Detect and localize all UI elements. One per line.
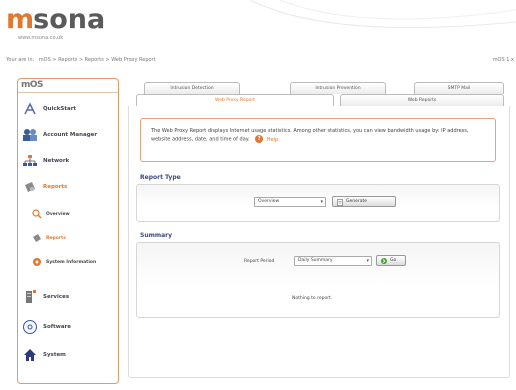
msona-logo[interactable]: m sona [6, 6, 105, 34]
sidebar-item-network[interactable]: Network [18, 149, 118, 173]
intro-box: The Web Proxy Report displays Internet u… [140, 118, 496, 162]
sidebar-item-reports[interactable]: Reports [18, 175, 118, 199]
document-icon [337, 198, 343, 206]
sidebar-item-label: Account Manager [43, 132, 98, 138]
sidebar-item-system[interactable]: System [18, 343, 118, 367]
system-icon [21, 346, 39, 364]
reports-sub-icon [32, 233, 42, 243]
overview-icon [32, 209, 42, 219]
tab-intrusion-detection[interactable]: Intrusion Detection [144, 82, 240, 94]
sidebar-subitem-label: Overview [46, 211, 70, 217]
intro-text: The Web Proxy Report displays Internet u… [151, 128, 469, 143]
quickstart-icon [21, 100, 39, 118]
go-arrow-icon [381, 257, 387, 264]
sidebar-item-label: QuickStart [43, 106, 77, 112]
chevron-down-icon: ▾ [320, 199, 323, 205]
sidebar-subitem-system-information[interactable]: System Information [32, 255, 96, 269]
tab-intrusion-prevention[interactable]: Intrusion Prevention [290, 82, 386, 94]
report-type-select-value: Overview [258, 199, 280, 204]
sidebar-item-services[interactable]: Services [18, 285, 118, 309]
sidebar-item-label: Reports [43, 184, 68, 190]
help-link[interactable]: Help [267, 137, 278, 143]
report-period-select[interactable]: Daily Summary ▾ [294, 256, 372, 266]
sidebar: mOS QuickStart Account Manager Network R… [17, 78, 119, 384]
logo-url: www.msona.co.uk [18, 35, 64, 41]
sidebar-subitem-reports[interactable]: Reports [32, 231, 66, 245]
tab-web-proxy-report[interactable]: Web Proxy Report [136, 94, 334, 106]
logo-m: m [6, 4, 34, 35]
sidebar-item-label: Network [43, 158, 70, 164]
breadcrumb: Your are in: mOS > Reports > Reports > W… [6, 57, 159, 63]
chevron-down-icon: ▾ [366, 258, 369, 264]
account-manager-icon [21, 126, 39, 144]
report-type-select[interactable]: Overview ▾ [254, 197, 326, 207]
report-period-label: Report Period [244, 259, 275, 264]
sidebar-item-label: System [43, 352, 66, 358]
summary-title: Summary [140, 232, 173, 239]
summary-panel [136, 242, 500, 318]
sidebar-title: mOS [18, 79, 118, 93]
logo-text: sona [33, 4, 106, 35]
breadcrumb-path[interactable]: mOS > Reports > Reports > Web Proxy Repo… [39, 57, 156, 63]
generate-label: Generate [346, 199, 368, 204]
system-information-icon [32, 257, 42, 267]
sidebar-item-label: Services [43, 294, 70, 300]
services-icon [21, 288, 39, 306]
sidebar-item-software[interactable]: Software [18, 315, 118, 339]
version-label: mOS 1.x [492, 57, 514, 63]
tab-smtp-mail[interactable]: SMTP Mail [414, 82, 504, 94]
sidebar-subitem-label: System Information [46, 259, 97, 265]
report-period-select-value: Daily Summary [298, 258, 333, 263]
software-icon [21, 318, 39, 336]
sidebar-item-quickstart[interactable]: QuickStart [18, 97, 118, 121]
sidebar-item-label: Software [43, 324, 71, 330]
sidebar-subitem-overview[interactable]: Overview [32, 207, 70, 221]
empty-message: Nothing to report. [292, 296, 333, 301]
report-type-title: Report Type [140, 174, 181, 181]
sidebar-subitem-label: Reports [46, 235, 66, 241]
header: m sona www.msona.co.uk [6, 6, 105, 42]
network-icon [21, 152, 39, 170]
sidebar-item-account-manager[interactable]: Account Manager [18, 123, 118, 147]
reports-icon [21, 178, 39, 196]
breadcrumb-prefix: Your are in: [6, 57, 35, 63]
help-icon[interactable]: ? [255, 135, 264, 143]
go-label: Go [390, 258, 397, 263]
tab-web-reports[interactable]: Web Reports [340, 94, 504, 106]
go-button[interactable]: Go [376, 255, 406, 266]
generate-button[interactable]: Generate [332, 196, 396, 207]
